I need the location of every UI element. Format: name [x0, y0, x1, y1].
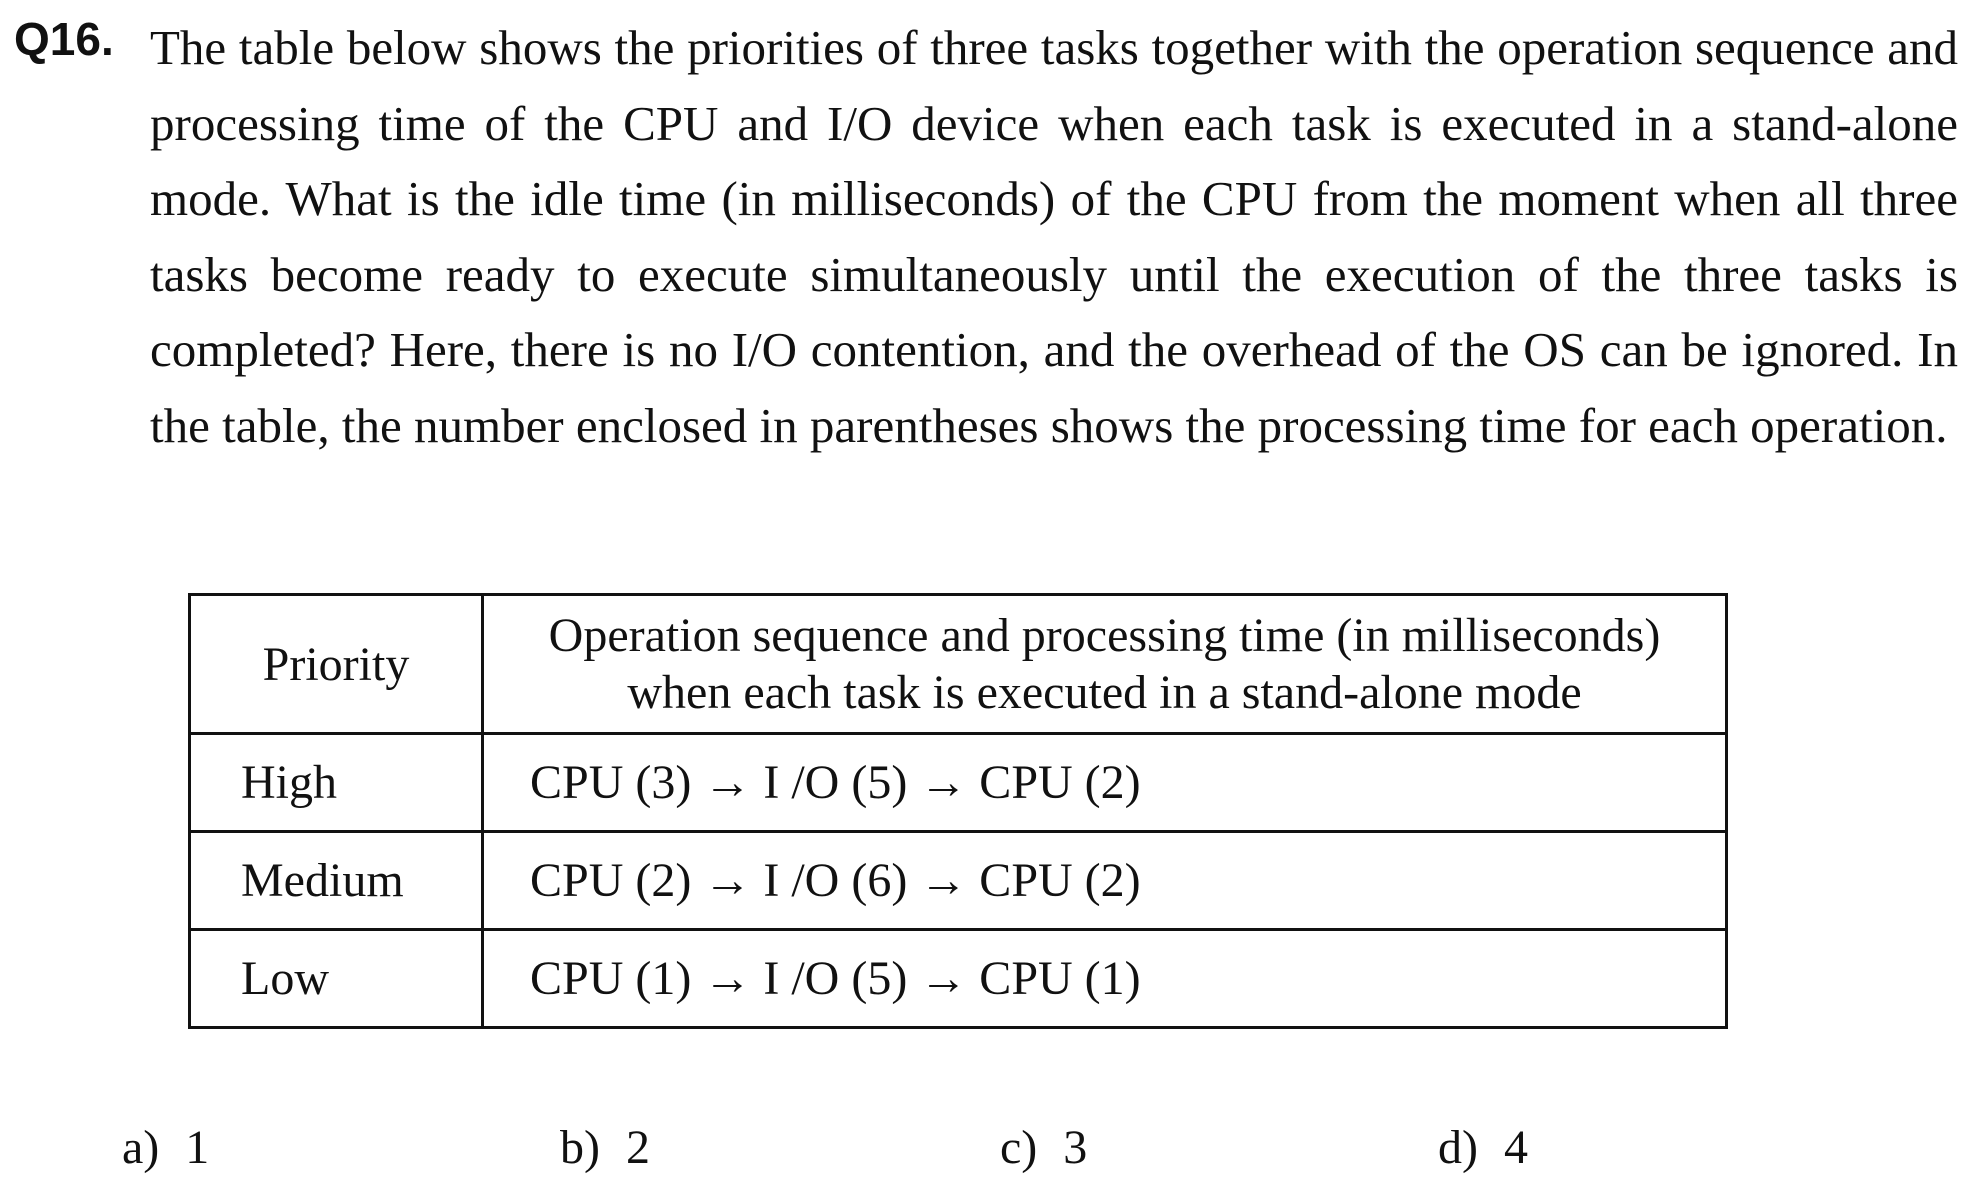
choice-value: 4: [1503, 1121, 1528, 1174]
choice-label: d): [1438, 1121, 1478, 1174]
table-row: High CPU (3) → I /O (5) → CPU (2): [188, 732, 1728, 833]
question-text: The table below shows the priorities of …: [150, 20, 1958, 453]
row-priority: High: [188, 732, 484, 833]
table-row: Medium CPU (2) → I /O (6) → CPU (2): [188, 830, 1728, 931]
header-sequence: Operation sequence and processing time (…: [481, 593, 1728, 735]
choice-value: 3: [1063, 1121, 1088, 1174]
header-sequence-line2: when each task is executed in a stand-al…: [627, 666, 1582, 719]
choice-c[interactable]: c) 3: [1000, 1120, 1087, 1175]
choice-b[interactable]: b) 2: [560, 1120, 650, 1175]
table-header-row: Priority Operation sequence and processi…: [188, 593, 1728, 735]
row-sequence: CPU (2) → I /O (6) → CPU (2): [481, 830, 1728, 931]
header-sequence-line1: Operation sequence and processing time (…: [548, 609, 1661, 662]
choice-d[interactable]: d) 4: [1438, 1120, 1528, 1175]
header-priority: Priority: [188, 593, 484, 735]
operation-table: Priority Operation sequence and processi…: [188, 593, 1728, 1029]
row-priority: Medium: [188, 830, 484, 931]
choice-label: c): [1000, 1121, 1038, 1174]
table-row: Low CPU (1) → I /O (5) → CPU (1): [188, 928, 1728, 1029]
choice-a[interactable]: a) 1: [122, 1120, 209, 1175]
choice-value: 2: [625, 1121, 650, 1174]
row-priority: Low: [188, 928, 484, 1029]
row-sequence: CPU (1) → I /O (5) → CPU (1): [481, 928, 1728, 1029]
choice-label: b): [560, 1121, 600, 1174]
choice-label: a): [122, 1121, 160, 1174]
choice-value: 1: [185, 1121, 210, 1174]
row-sequence: CPU (3) → I /O (5) → CPU (2): [481, 732, 1728, 833]
question-number: Q16.: [14, 13, 114, 65]
